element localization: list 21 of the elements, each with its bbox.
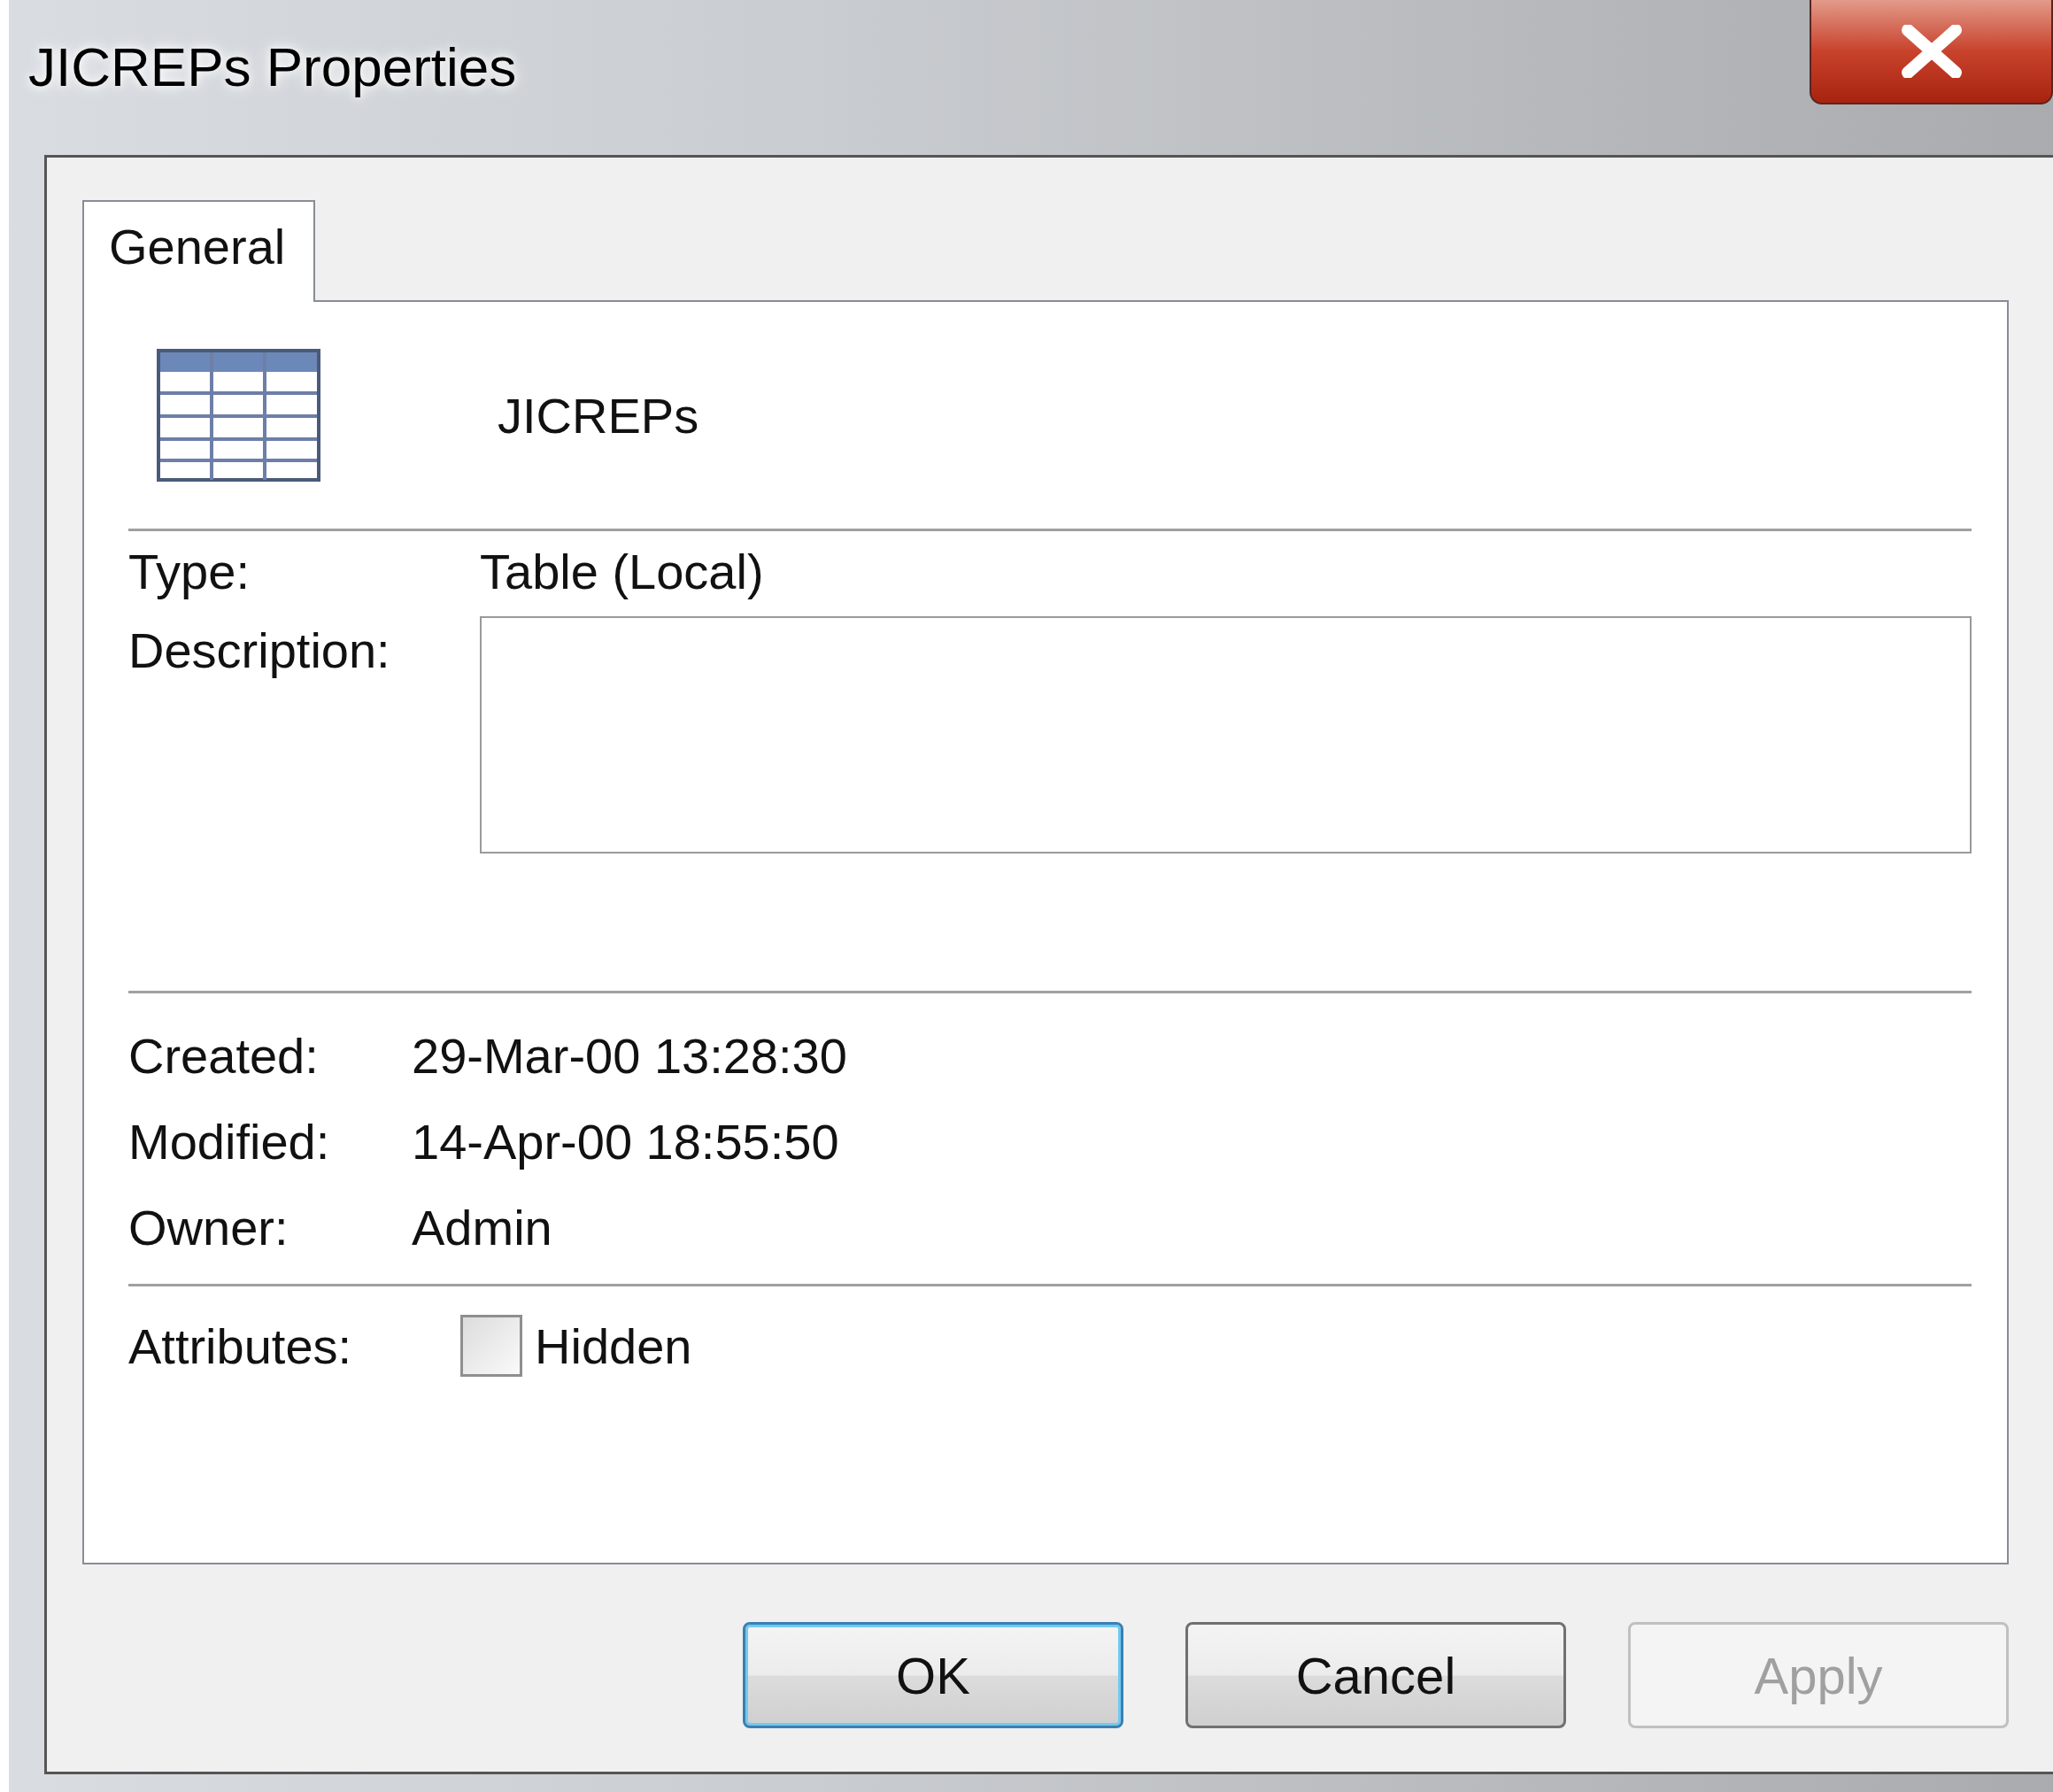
field-label: Type: <box>128 542 251 601</box>
close-button[interactable] <box>1810 0 2053 104</box>
field-label: Description: <box>128 622 391 680</box>
tab[interactable]: General <box>82 200 316 302</box>
close-icon <box>1900 25 1963 78</box>
table-name: JICREPs <box>498 386 699 444</box>
checkbox-label[interactable]: Hidden <box>535 1317 692 1375</box>
field-value: Admin <box>412 1199 553 1256</box>
field-label: Created: <box>128 1027 320 1085</box>
field-value: 14-Apr-00 18:55:50 <box>412 1113 840 1170</box>
checkbox[interactable] <box>460 1315 522 1377</box>
dialog-button[interactable]: OK <box>743 1622 1123 1728</box>
field-label: Owner: <box>128 1199 289 1256</box>
dialog-button[interactable]: Cancel <box>1185 1622 1566 1728</box>
field-label: Attributes: <box>128 1317 353 1375</box>
window-title: JICREPs Properties <box>28 35 517 98</box>
field-value: 29-Mar-00 13:28:30 <box>412 1027 848 1085</box>
table-icon <box>157 349 320 482</box>
field-label: Modified: <box>128 1113 331 1170</box>
description-field[interactable] <box>480 616 1972 854</box>
field-value: Table (Local) <box>480 542 765 601</box>
